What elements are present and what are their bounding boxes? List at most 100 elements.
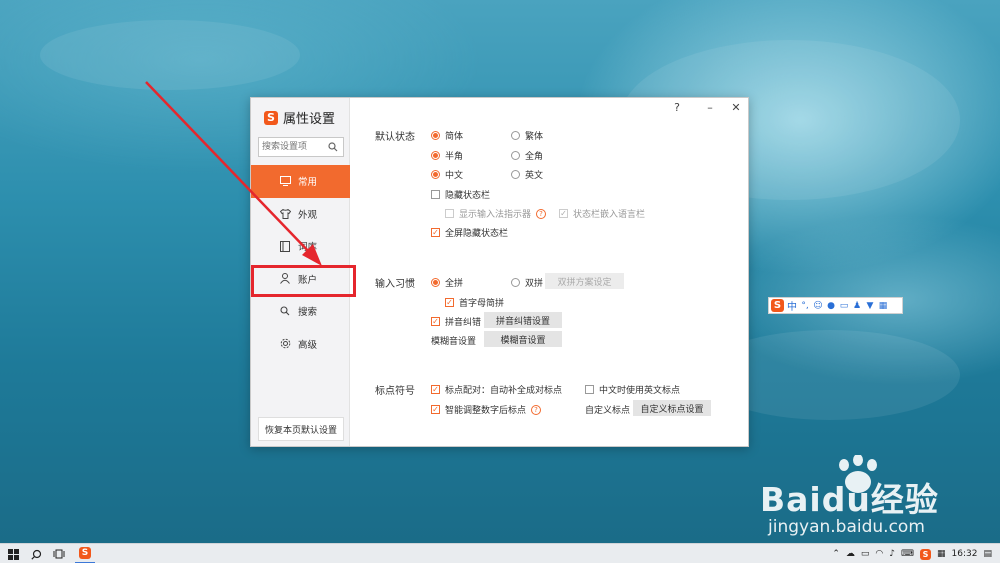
shirt-icon	[279, 208, 291, 220]
restore-defaults-button[interactable]: 恢复本页默认设置	[258, 417, 344, 441]
chinese-radio[interactable]: 中文	[431, 168, 463, 181]
fuzzy-sound-settings-button[interactable]: 模糊音设置	[484, 331, 562, 347]
taskbar: S ⌃ ☁ ▭ ◠ ♪ ⌨ S ▦ 16:32 ▤	[0, 543, 1000, 563]
keyboard-icon[interactable]: ▭	[839, 301, 849, 311]
mic-icon[interactable]: ●	[826, 301, 836, 311]
sidebar-item-label: 外观	[298, 209, 318, 221]
option-label: 全角	[525, 152, 544, 162]
notification-icon[interactable]: ▤	[983, 549, 992, 559]
toolbox-icon[interactable]: ▦	[878, 301, 888, 311]
settings-search[interactable]	[258, 137, 344, 157]
taskbar-search-button[interactable]	[27, 544, 45, 563]
ime-mode-toggle[interactable]: 中	[787, 298, 797, 313]
sidebar-item-lexicon[interactable]: 词库	[251, 230, 350, 263]
sidebar-item-common[interactable]: 常用	[251, 165, 350, 198]
sidebar-item-label: 常用	[298, 177, 318, 189]
clock[interactable]: 16:32	[952, 549, 978, 559]
double-pinyin-scheme-button[interactable]: 双拼方案设定	[545, 273, 624, 289]
show-indicator-checkbox[interactable]: 显示输入法指示器 ?	[445, 207, 547, 220]
taskbar-sogou-app[interactable]: S	[75, 544, 95, 563]
pinyin-correction-checkbox[interactable]: ✓ 拼音纠错	[431, 315, 481, 328]
section-punctuation: 标点符号	[375, 386, 415, 397]
search-icon	[279, 305, 291, 317]
book-icon	[279, 240, 291, 252]
language-icon[interactable]: ⌨	[901, 549, 914, 559]
smart-adjust-checkbox[interactable]: ✓ 智能调整数字后标点 ?	[431, 403, 542, 416]
option-label: 中文时使用英文标点	[599, 386, 681, 396]
emoji-icon[interactable]: ☺	[813, 301, 823, 311]
custom-punct-settings-button[interactable]: 自定义标点设置	[633, 400, 711, 416]
sidebar-item-search[interactable]: 搜索	[251, 295, 350, 328]
volume-icon[interactable]: ♪	[889, 549, 895, 559]
radio-selected[interactable]	[431, 278, 440, 287]
cloud-icon[interactable]: ☁	[846, 549, 855, 559]
chevron-up-icon[interactable]: ⌃	[832, 549, 840, 559]
option-label: 显示输入法指示器	[459, 210, 532, 220]
help-icon[interactable]: ?	[531, 404, 542, 415]
user-group-icon[interactable]: ♟	[852, 301, 862, 311]
search-icon	[30, 549, 41, 560]
radio-unselected[interactable]	[511, 151, 520, 160]
ime-status-bar[interactable]: S 中 °, ☺ ● ▭ ♟ ▼ ▦	[768, 297, 903, 314]
properties-dialog: S 属性设置 常用 外观	[250, 97, 749, 447]
sogou-logo-icon[interactable]: S	[771, 299, 784, 312]
auto-pair-checkbox[interactable]: ✓ 标点配对：自动补全成对标点	[431, 383, 562, 396]
english-punct-checkbox[interactable]: 中文时使用英文标点	[585, 383, 680, 396]
wifi-icon[interactable]: ◠	[875, 549, 883, 559]
radio-unselected[interactable]	[511, 131, 520, 140]
radio-unselected[interactable]	[511, 170, 520, 179]
simplified-radio[interactable]: 简体	[431, 129, 463, 142]
option-label: 模糊音设置	[431, 337, 477, 347]
start-button[interactable]	[4, 544, 22, 563]
checkbox-checked[interactable]: ✓	[431, 405, 440, 414]
checkbox-checked[interactable]: ✓	[431, 385, 440, 394]
watermark-brand: Baidu经验	[760, 480, 939, 519]
double-pinyin-radio[interactable]: 双拼	[511, 276, 543, 289]
task-view-icon	[53, 549, 65, 559]
checkbox-disabled[interactable]	[445, 209, 454, 218]
checkbox-checked-disabled[interactable]: ✓	[559, 209, 568, 218]
checkbox-unchecked[interactable]	[431, 190, 440, 199]
checkbox-checked[interactable]: ✓	[445, 298, 454, 307]
display-icon[interactable]: ▭	[861, 549, 870, 559]
option-label: 全屏隐藏状态栏	[445, 229, 509, 239]
search-icon[interactable]	[325, 138, 341, 156]
option-label: 智能调整数字后标点	[445, 406, 527, 416]
skin-icon[interactable]: ▼	[865, 301, 875, 311]
baidu-watermark: Baidu经验 jingyan.baidu.com	[760, 455, 960, 540]
help-icon[interactable]: ?	[536, 208, 547, 219]
embed-lang-bar-checkbox[interactable]: ✓ 状态栏嵌入语言栏	[559, 207, 645, 220]
fullscreen-hide-checkbox[interactable]: ✓ 全屏隐藏状态栏	[431, 226, 508, 239]
option-label: 中文	[445, 171, 464, 181]
initial-abbrev-checkbox[interactable]: ✓ 首字母简拼	[445, 296, 504, 309]
punctuation-icon[interactable]: °,	[800, 301, 810, 311]
checkbox-checked[interactable]: ✓	[431, 317, 440, 326]
radio-unselected[interactable]	[511, 278, 520, 287]
option-label: 标点配对：自动补全成对标点	[445, 386, 563, 396]
pinyin-correction-settings-button[interactable]: 拼音纠错设置	[484, 312, 562, 328]
radio-selected[interactable]	[431, 131, 440, 140]
user-icon	[279, 273, 291, 285]
checkbox-unchecked[interactable]	[585, 385, 594, 394]
option-label: 状态栏嵌入语言栏	[573, 210, 646, 220]
sidebar-item-appearance[interactable]: 外观	[251, 198, 350, 231]
fuzzy-sound-label: 模糊音设置	[431, 334, 476, 347]
hide-status-bar-checkbox[interactable]: 隐藏状态栏	[431, 188, 490, 201]
sidebar: S 属性设置 常用 外观	[251, 98, 356, 446]
ime-grid-icon[interactable]: ▦	[937, 549, 946, 559]
radio-selected[interactable]	[431, 170, 440, 179]
settings-search-input[interactable]	[259, 138, 325, 156]
full-width-radio[interactable]: 全角	[511, 149, 543, 162]
sidebar-item-account[interactable]: 账户	[251, 263, 356, 296]
traditional-radio[interactable]: 繁体	[511, 129, 543, 142]
full-pinyin-radio[interactable]: 全拼	[431, 276, 463, 289]
task-view-button[interactable]	[50, 544, 68, 563]
english-radio[interactable]: 英文	[511, 168, 543, 181]
section-input-habit: 输入习惯	[375, 279, 415, 290]
sogou-tray-icon[interactable]: S	[920, 548, 932, 560]
sogou-logo-icon: S	[79, 547, 91, 559]
sidebar-item-advanced[interactable]: 高级	[251, 328, 350, 361]
radio-selected[interactable]	[431, 151, 440, 160]
half-width-radio[interactable]: 半角	[431, 149, 463, 162]
checkbox-checked[interactable]: ✓	[431, 228, 440, 237]
